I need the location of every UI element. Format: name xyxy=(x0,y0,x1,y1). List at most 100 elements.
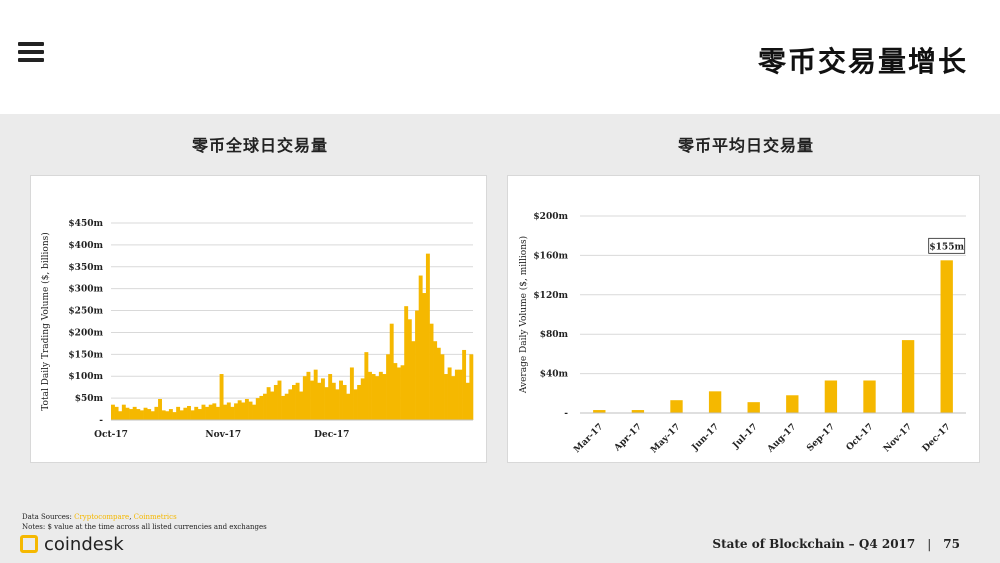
data-label: $155m xyxy=(929,242,964,252)
y-tick-label: $350m xyxy=(68,263,103,273)
footer-separator: | xyxy=(927,537,932,551)
bar xyxy=(190,410,195,420)
bar xyxy=(317,382,322,420)
source-link-cryptocompare[interactable]: Cryptocompare xyxy=(74,513,129,521)
page-number: 75 xyxy=(943,537,960,551)
bar xyxy=(125,407,130,420)
bar xyxy=(396,367,401,420)
bar xyxy=(418,275,423,420)
bar xyxy=(226,402,231,420)
bar xyxy=(263,393,267,420)
x-tick-label: Nov-17 xyxy=(205,430,241,440)
y-tick-label: $80m xyxy=(540,330,569,340)
bar xyxy=(375,376,380,420)
bar xyxy=(400,365,405,420)
bar xyxy=(147,409,152,420)
bar xyxy=(168,409,173,420)
left-chart-title: 零币全球日交易量 xyxy=(192,136,329,155)
coindesk-logo-text: coindesk xyxy=(44,533,124,555)
bar xyxy=(197,409,202,420)
bar xyxy=(281,395,286,420)
bar xyxy=(353,389,358,420)
bar xyxy=(335,389,340,420)
bar xyxy=(205,406,210,420)
footer-report-info: State of Blockchain – Q4 2017 | 75 xyxy=(712,537,960,551)
bar xyxy=(154,406,159,420)
bar xyxy=(187,405,191,420)
bar xyxy=(451,376,456,420)
y-tick-label: - xyxy=(99,416,103,426)
x-tick-label: Dec-17 xyxy=(921,422,953,454)
x-tick-label: Jun-17 xyxy=(690,422,722,454)
bar xyxy=(179,410,184,420)
y-tick-label: $200m xyxy=(68,328,103,338)
x-tick-label: Apr-17 xyxy=(612,422,644,454)
bar xyxy=(121,404,126,420)
page-title: 零币交易量增长 xyxy=(757,45,968,78)
bar xyxy=(244,398,249,420)
bar xyxy=(237,400,242,420)
bar xyxy=(324,387,329,420)
bar xyxy=(393,363,398,420)
hamburger-menu-icon[interactable] xyxy=(18,42,44,64)
bar xyxy=(219,374,224,420)
y-tick-label: $120m xyxy=(533,291,568,301)
y-tick-label: $150m xyxy=(68,350,103,360)
report-title: State of Blockchain – Q4 2017 xyxy=(712,537,916,551)
bar xyxy=(411,341,416,420)
y-tick-label: $250m xyxy=(68,307,103,317)
bar xyxy=(255,398,260,420)
coindesk-logo-icon xyxy=(20,535,38,553)
bar xyxy=(288,389,293,420)
x-tick-label: Mar-17 xyxy=(572,422,605,455)
bar xyxy=(346,393,351,420)
bar xyxy=(670,400,683,413)
bar xyxy=(132,406,137,420)
bar xyxy=(422,293,427,420)
average-volume-chart: - $40m $80m $120m $160m $200m Mar-17 Apr-17 May-… xyxy=(518,212,966,455)
bar xyxy=(150,411,155,420)
bar xyxy=(360,378,365,420)
bar xyxy=(339,380,343,420)
bar xyxy=(212,403,217,420)
bar xyxy=(165,411,170,420)
bar xyxy=(284,393,289,420)
x-tick-label: Oct-17 xyxy=(94,430,128,440)
source-link-coinmetrics[interactable]: Coinmetrics xyxy=(134,513,177,521)
bar xyxy=(469,354,474,420)
bar xyxy=(328,374,333,420)
bar xyxy=(266,387,271,420)
bar xyxy=(259,395,264,420)
bar xyxy=(465,382,470,420)
bar xyxy=(234,403,238,420)
y-tick-label: $400m xyxy=(68,241,103,251)
bar xyxy=(194,406,199,420)
bar xyxy=(306,371,311,420)
bar xyxy=(433,341,438,420)
bar xyxy=(248,401,253,420)
x-tick-label: Nov-17 xyxy=(882,422,914,454)
right-chart-title: 零币平均日交易量 xyxy=(678,136,815,155)
bar xyxy=(310,380,315,420)
bar xyxy=(824,380,838,413)
bar xyxy=(378,371,383,420)
bar xyxy=(215,406,220,420)
bar xyxy=(176,406,181,420)
bar xyxy=(415,310,419,420)
y-axis-title: Average Daily Volume ($, millions) xyxy=(518,236,529,394)
bar xyxy=(342,384,347,420)
bar xyxy=(208,404,213,420)
bar xyxy=(747,402,760,413)
bar xyxy=(389,323,394,420)
sources-label: Data Sources: xyxy=(22,513,75,521)
bar xyxy=(364,352,369,420)
bar xyxy=(444,374,448,420)
bar xyxy=(230,406,235,420)
bar xyxy=(429,323,434,420)
bar xyxy=(447,367,452,420)
bar xyxy=(371,374,376,420)
sources-line: Data Sources: Cryptocompare, Coinmetrics xyxy=(22,512,267,522)
bar xyxy=(292,384,296,420)
bar xyxy=(454,369,459,420)
bar xyxy=(201,404,206,420)
